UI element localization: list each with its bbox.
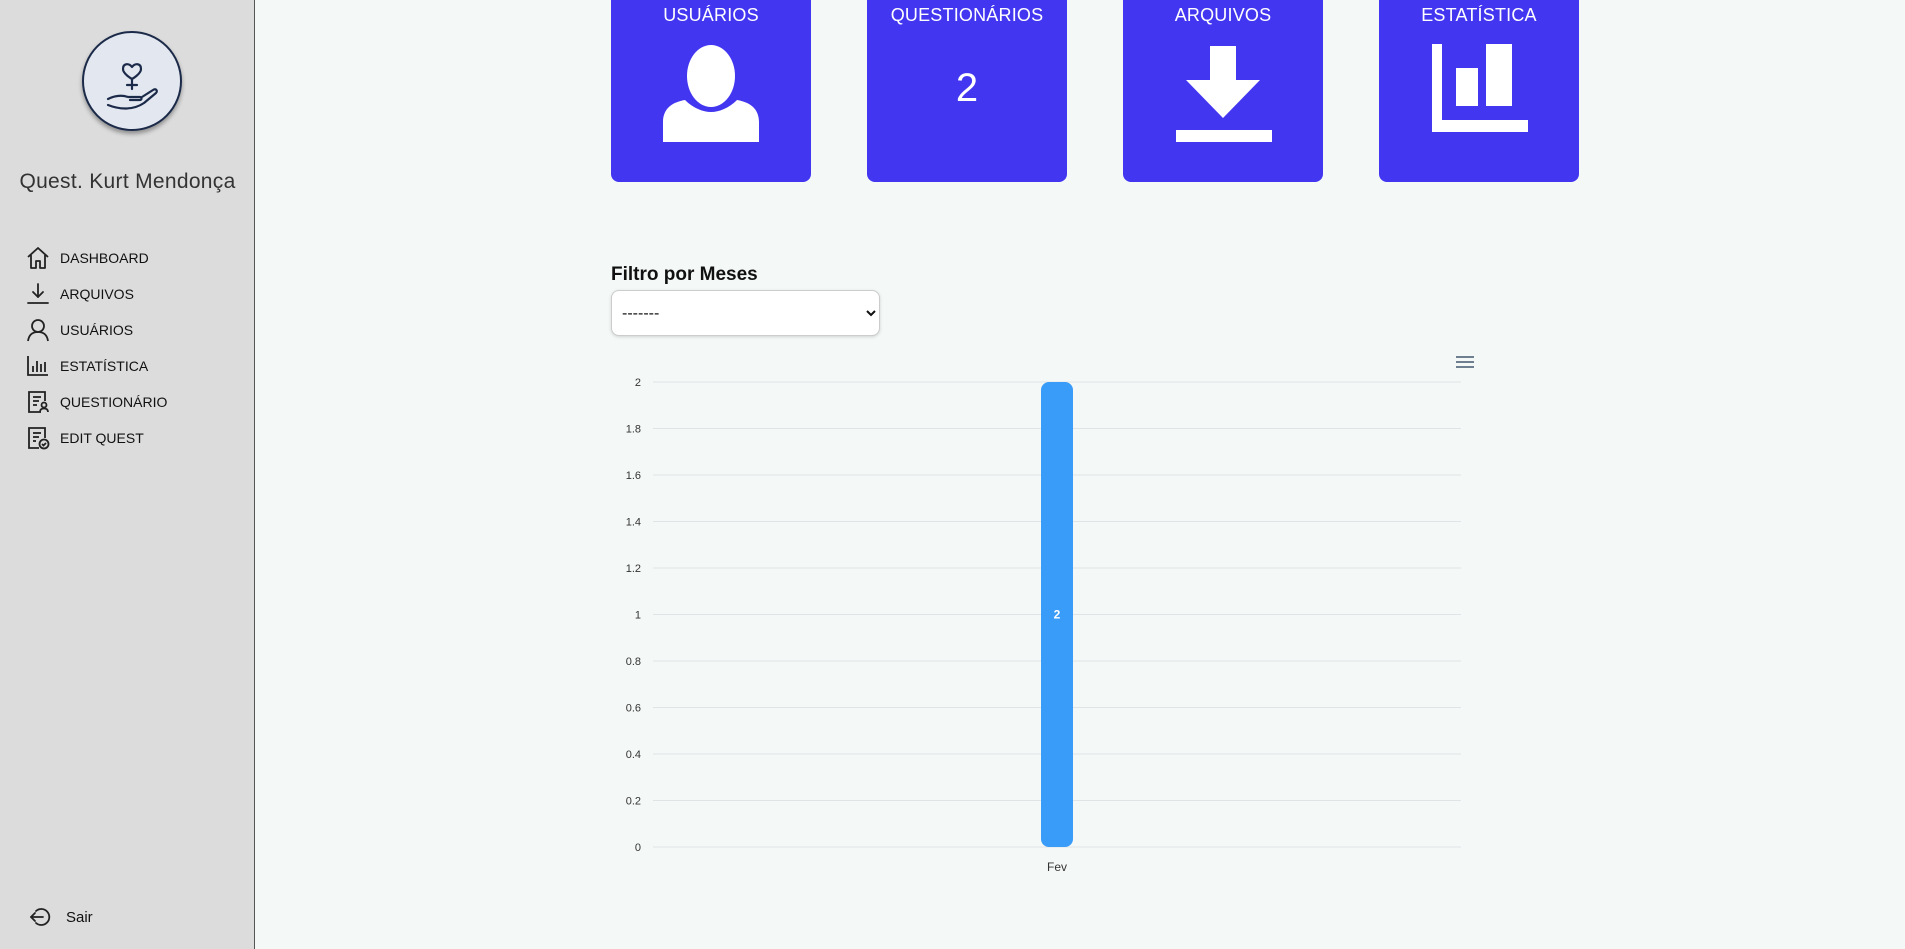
sidebar-item-estatistica[interactable]: ESTATÍSTICA — [24, 348, 167, 384]
card-title: USUÁRIOS — [663, 5, 759, 25]
y-tick-label: 0.8 — [626, 656, 641, 668]
card-title: ARQUIVOS — [1174, 5, 1272, 25]
sidebar: Quest. Kurt Mendonça DASHBOARD ARQUIVOS … — [0, 0, 255, 949]
download-icon — [1123, 44, 1323, 142]
document-user-icon — [24, 388, 52, 416]
document-check-icon — [24, 424, 52, 452]
data-label: 2 — [1054, 608, 1061, 622]
download-icon — [24, 280, 52, 308]
y-tick-label: 1 — [635, 610, 641, 622]
card-usuarios[interactable]: USUÁRIOS — [611, 0, 811, 182]
y-tick-label: 1.4 — [626, 517, 641, 529]
card-value: 2 — [955, 66, 979, 110]
sidebar-item-edit-quest[interactable]: EDIT QUEST — [24, 420, 167, 456]
card-arquivos[interactable]: ARQUIVOS — [1123, 0, 1323, 182]
app-title: Quest. Kurt Mendonça — [19, 170, 236, 193]
sidebar-item-label: EDIT QUEST — [60, 430, 144, 446]
y-tick-label: 0.6 — [626, 703, 641, 715]
x-tick-label: Fev — [1047, 860, 1067, 874]
sidebar-item-label: ARQUIVOS — [60, 286, 134, 302]
bar-chart-icon — [1379, 44, 1579, 132]
sidebar-item-label: QUESTIONÁRIO — [60, 394, 168, 410]
card-questionarios[interactable]: QUESTIONÁRIOS 2 — [867, 0, 1067, 182]
sidebar-item-arquivos[interactable]: ARQUIVOS — [24, 276, 167, 312]
sidebar-item-label: DASHBOARD — [60, 250, 149, 266]
home-icon — [24, 244, 52, 272]
hand-heart-icon — [106, 63, 158, 110]
user-icon — [611, 44, 811, 142]
sidebar-nav: DASHBOARD ARQUIVOS USUÁRIOS ESTATÍSTICA … — [24, 240, 167, 456]
month-filter-select[interactable]: ------- — [611, 290, 880, 336]
filter-label: Filtro por Meses — [611, 264, 758, 285]
y-tick-label: 0.2 — [626, 796, 641, 808]
sidebar-item-questionario[interactable]: QUESTIONÁRIO — [24, 384, 167, 420]
user-icon — [24, 316, 52, 344]
y-tick-label: 0 — [635, 842, 641, 854]
sidebar-item-dashboard[interactable]: DASHBOARD — [24, 240, 167, 276]
card-title: ESTATÍSTICA — [1421, 5, 1537, 25]
logout-button[interactable]: Sair — [28, 904, 93, 930]
sidebar-item-usuarios[interactable]: USUÁRIOS — [24, 312, 167, 348]
sidebar-item-label: ESTATÍSTICA — [60, 358, 149, 374]
card-title: QUESTIONÁRIOS — [890, 5, 1044, 25]
y-tick-label: 1.6 — [626, 470, 641, 482]
y-tick-label: 1.8 — [626, 424, 641, 436]
logout-icon — [28, 904, 54, 930]
y-tick-label: 1.2 — [626, 563, 641, 575]
bar-chart-icon — [24, 352, 52, 380]
sidebar-item-label: USUÁRIOS — [60, 322, 134, 338]
y-tick-label: 0.4 — [626, 749, 641, 761]
bar-chart: 0 0.2 0.4 0.6 0.8 1 1.2 1.4 1.6 1.8 2 2 Fev — [626, 377, 1461, 874]
logo — [82, 31, 182, 131]
y-tick-label: 2 — [635, 377, 641, 389]
card-estatistica[interactable]: ESTATÍSTICA — [1379, 0, 1579, 182]
logout-label: Sair — [66, 908, 93, 926]
